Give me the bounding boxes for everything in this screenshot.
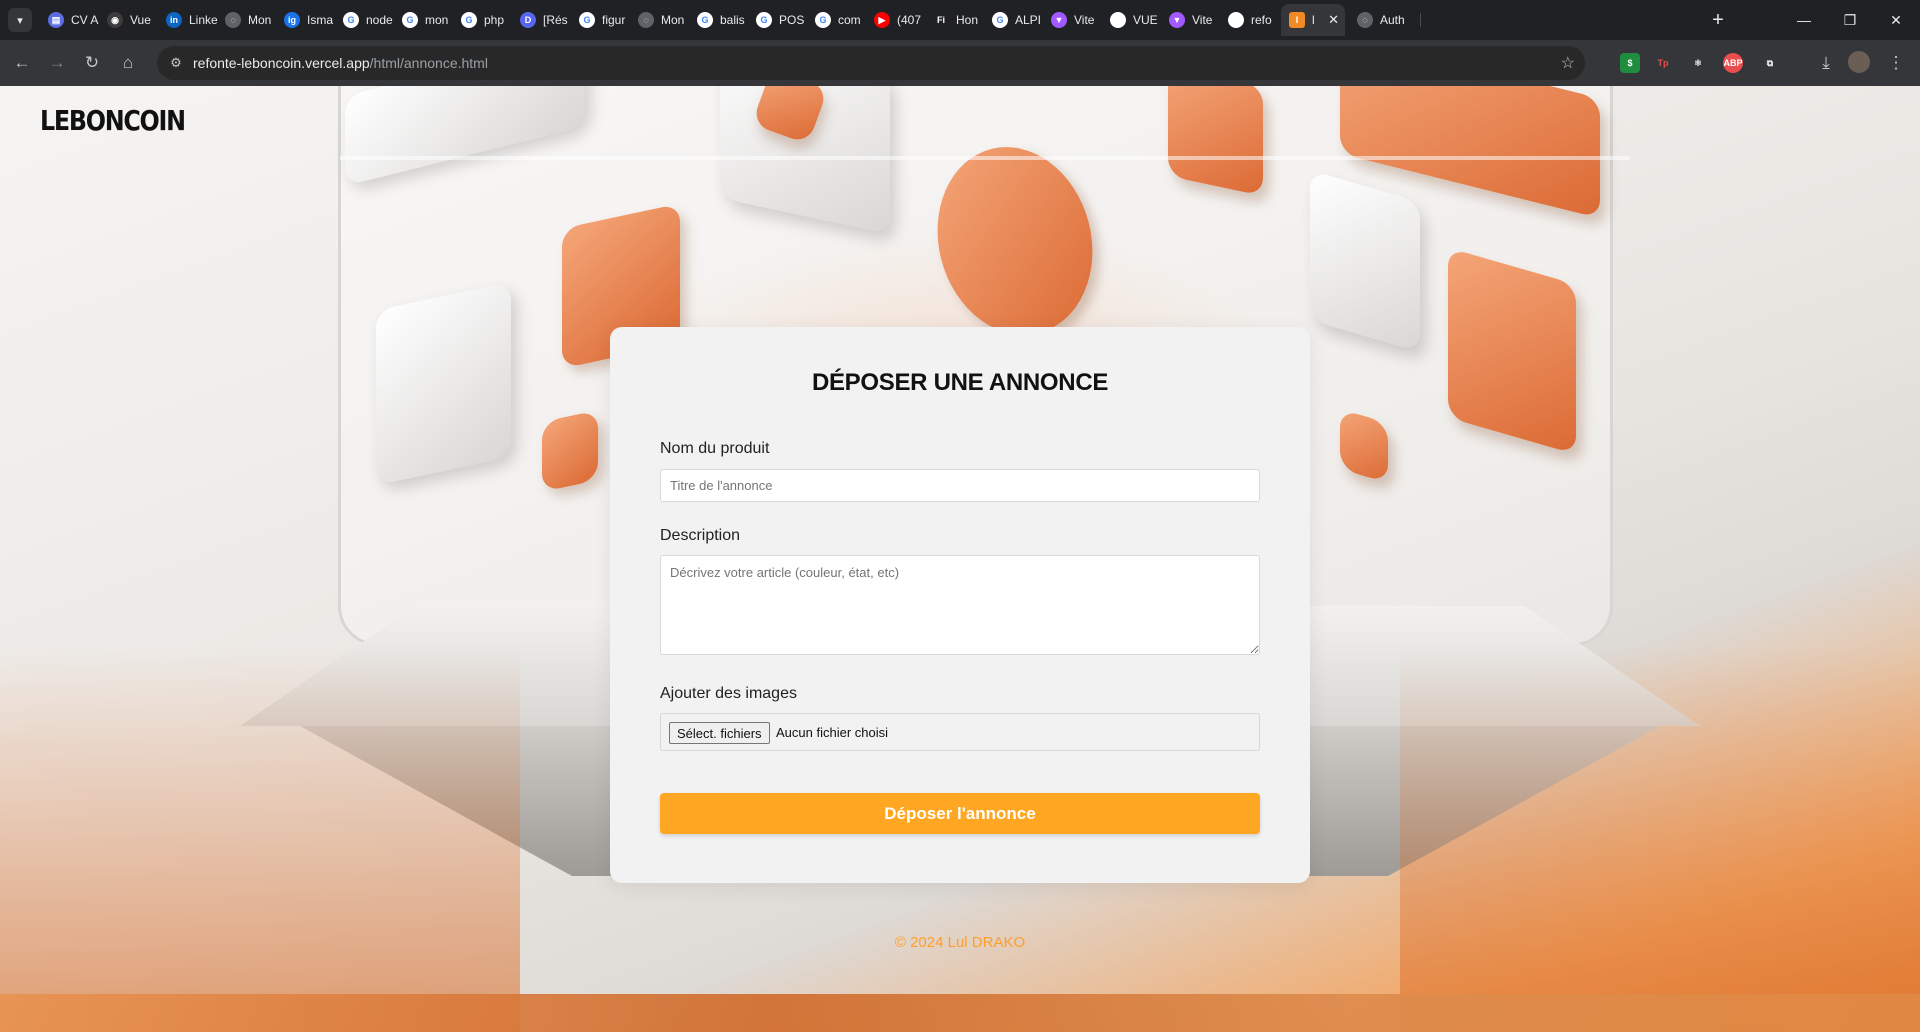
doc-icon: ▤	[1110, 12, 1126, 28]
ig-icon: ig	[284, 12, 300, 28]
browser-tab-label: node	[366, 13, 393, 27]
browser-tab-label: (407	[897, 13, 922, 27]
browser-tab-label: Vue	[130, 13, 151, 27]
browser-tab-label: refo	[1251, 13, 1272, 27]
url-path: /html/annonce.html	[369, 55, 488, 71]
browser-tab-label: POS	[779, 13, 805, 27]
google-icon: G	[461, 12, 477, 28]
extension-react-icon[interactable]: ⚛	[1688, 53, 1708, 73]
google-icon: G	[815, 12, 831, 28]
file-status-text: Aucun fichier choisi	[776, 725, 888, 740]
google-icon: G	[343, 12, 359, 28]
forward-arrow-icon[interactable]: →	[43, 49, 71, 77]
description-label: Description	[660, 527, 741, 544]
images-label: Ajouter des images	[660, 685, 797, 702]
fi-icon: Fi	[933, 12, 949, 28]
product-name-input[interactable]	[660, 469, 1260, 502]
url-host: refonte-leboncoin.vercel.app	[193, 55, 370, 71]
tab-search-chevron-down-icon[interactable]: ▾	[8, 8, 32, 32]
google-icon: G	[992, 12, 1008, 28]
new-tab-plus-icon[interactable]: +	[1706, 8, 1730, 32]
browser-menu-icon[interactable]: ⋮	[1882, 49, 1910, 77]
browser-tab-label: [Rés	[543, 13, 568, 27]
browser-tab-label: ALPI	[1015, 13, 1042, 27]
vite-icon: ▼	[1051, 12, 1067, 28]
linkedin-icon: in	[166, 12, 182, 28]
home-icon[interactable]: ⌂	[114, 49, 142, 77]
site-logo[interactable]: LEBONCOIN	[40, 104, 186, 137]
google-icon: G	[697, 12, 713, 28]
browser-tab-label: l	[1312, 13, 1315, 27]
close-tab-icon[interactable]: ✕	[1328, 12, 1339, 28]
extension-tp-icon[interactable]: Tp	[1653, 53, 1673, 73]
globe-icon: ◌	[638, 12, 654, 28]
tab-list: ▤ CV A ◉ Vue in Linke ◌ Mon ig Isma Gnode Gmon Gphp D…	[40, 4, 1720, 36]
header-band	[340, 156, 1630, 160]
browser-tab-label: Vite	[1074, 13, 1095, 27]
globe-icon: ◌	[1357, 12, 1373, 28]
submit-ad-button[interactable]: Déposer l'annonce	[660, 793, 1260, 834]
discord-icon: D	[520, 12, 536, 28]
browser-tab-label: VUE	[1133, 13, 1158, 27]
leboncoin-favicon-icon: l	[1289, 12, 1305, 28]
site-info-tune-icon[interactable]: ⚙	[167, 54, 185, 72]
browser-tab-label: Linke	[189, 13, 218, 27]
download-icon[interactable]: ⤓	[1812, 49, 1840, 77]
extension-abp-icon[interactable]: ABP	[1723, 53, 1743, 73]
browser-tab-label: Vite	[1192, 13, 1213, 27]
reload-icon[interactable]: ↻	[78, 49, 106, 77]
browser-tab-label: Hon	[956, 13, 979, 27]
browser-tab-label: balis	[720, 13, 745, 27]
url-text[interactable]: refonte-leboncoin.vercel.app/html/annonc…	[193, 55, 488, 71]
footer-copyright: © 2024 Lul DRAKO	[894, 934, 1026, 951]
bookmark-star-icon[interactable]: ☆	[1561, 53, 1575, 73]
page-viewport: LEBONCOIN DÉPOSER UNE ANNONCE Nom du pro…	[0, 86, 1920, 1032]
browser-tab-label: CV A	[71, 13, 99, 27]
page-bottom-strip	[0, 994, 1920, 1032]
select-files-button[interactable]: Sélect. fichiers	[669, 722, 770, 744]
browser-tab-label: Mon	[661, 13, 685, 27]
minimize-window-icon[interactable]: —	[1784, 6, 1824, 34]
browser-tab-active[interactable]: l l ✕	[1281, 4, 1345, 36]
browser-toolbar: ← → ↻ ⌂ ⚙ refonte-leboncoin.vercel.app/h…	[0, 40, 1920, 86]
extension-green-icon[interactable]: $	[1620, 53, 1640, 73]
vercel-icon: ▲	[1228, 12, 1244, 28]
browser-tab-label: Mon	[248, 13, 272, 27]
address-bar[interactable]: ⚙ refonte-leboncoin.vercel.app/html/anno…	[157, 46, 1585, 80]
google-icon: G	[756, 12, 772, 28]
description-textarea[interactable]	[660, 555, 1260, 655]
youtube-icon: ▶	[874, 12, 890, 28]
browser-tabstrip: ▾ ▤ CV A ◉ Vue in Linke ◌ Mon ig Isma Gnode Gmon Gph…	[0, 0, 1920, 40]
browser-tab-label: figur	[602, 13, 626, 27]
browser-tab-label: php	[484, 13, 505, 27]
browser-tab-label: Auth	[1380, 13, 1405, 27]
google-icon: G	[579, 12, 595, 28]
form-title: DÉPOSER UNE ANNONCE	[811, 369, 1109, 396]
browser-tab[interactable]: ◌ Auth	[1349, 4, 1421, 36]
google-icon: G	[402, 12, 418, 28]
restore-window-icon[interactable]: ❐	[1830, 6, 1870, 34]
back-arrow-icon[interactable]: ←	[8, 49, 36, 77]
product-name-label: Nom du produit	[660, 440, 770, 457]
close-window-icon[interactable]: ✕	[1876, 6, 1916, 34]
globe-icon: ◌	[225, 12, 241, 28]
browser-tab-label: Isma	[307, 13, 334, 27]
doc-icon: ▤	[48, 12, 64, 28]
profile-avatar[interactable]	[1848, 51, 1870, 73]
browser-tab-label: com	[838, 13, 861, 27]
github-icon: ◉	[107, 12, 123, 28]
extensions-puzzle-icon[interactable]: ⧉	[1760, 53, 1780, 73]
vite-icon: ▼	[1169, 12, 1185, 28]
browser-tab-label: mon	[425, 13, 449, 27]
post-ad-form: DÉPOSER UNE ANNONCE Nom du produit Descr…	[610, 327, 1310, 883]
file-upload-field[interactable]: Sélect. fichiers Aucun fichier choisi	[660, 713, 1260, 751]
